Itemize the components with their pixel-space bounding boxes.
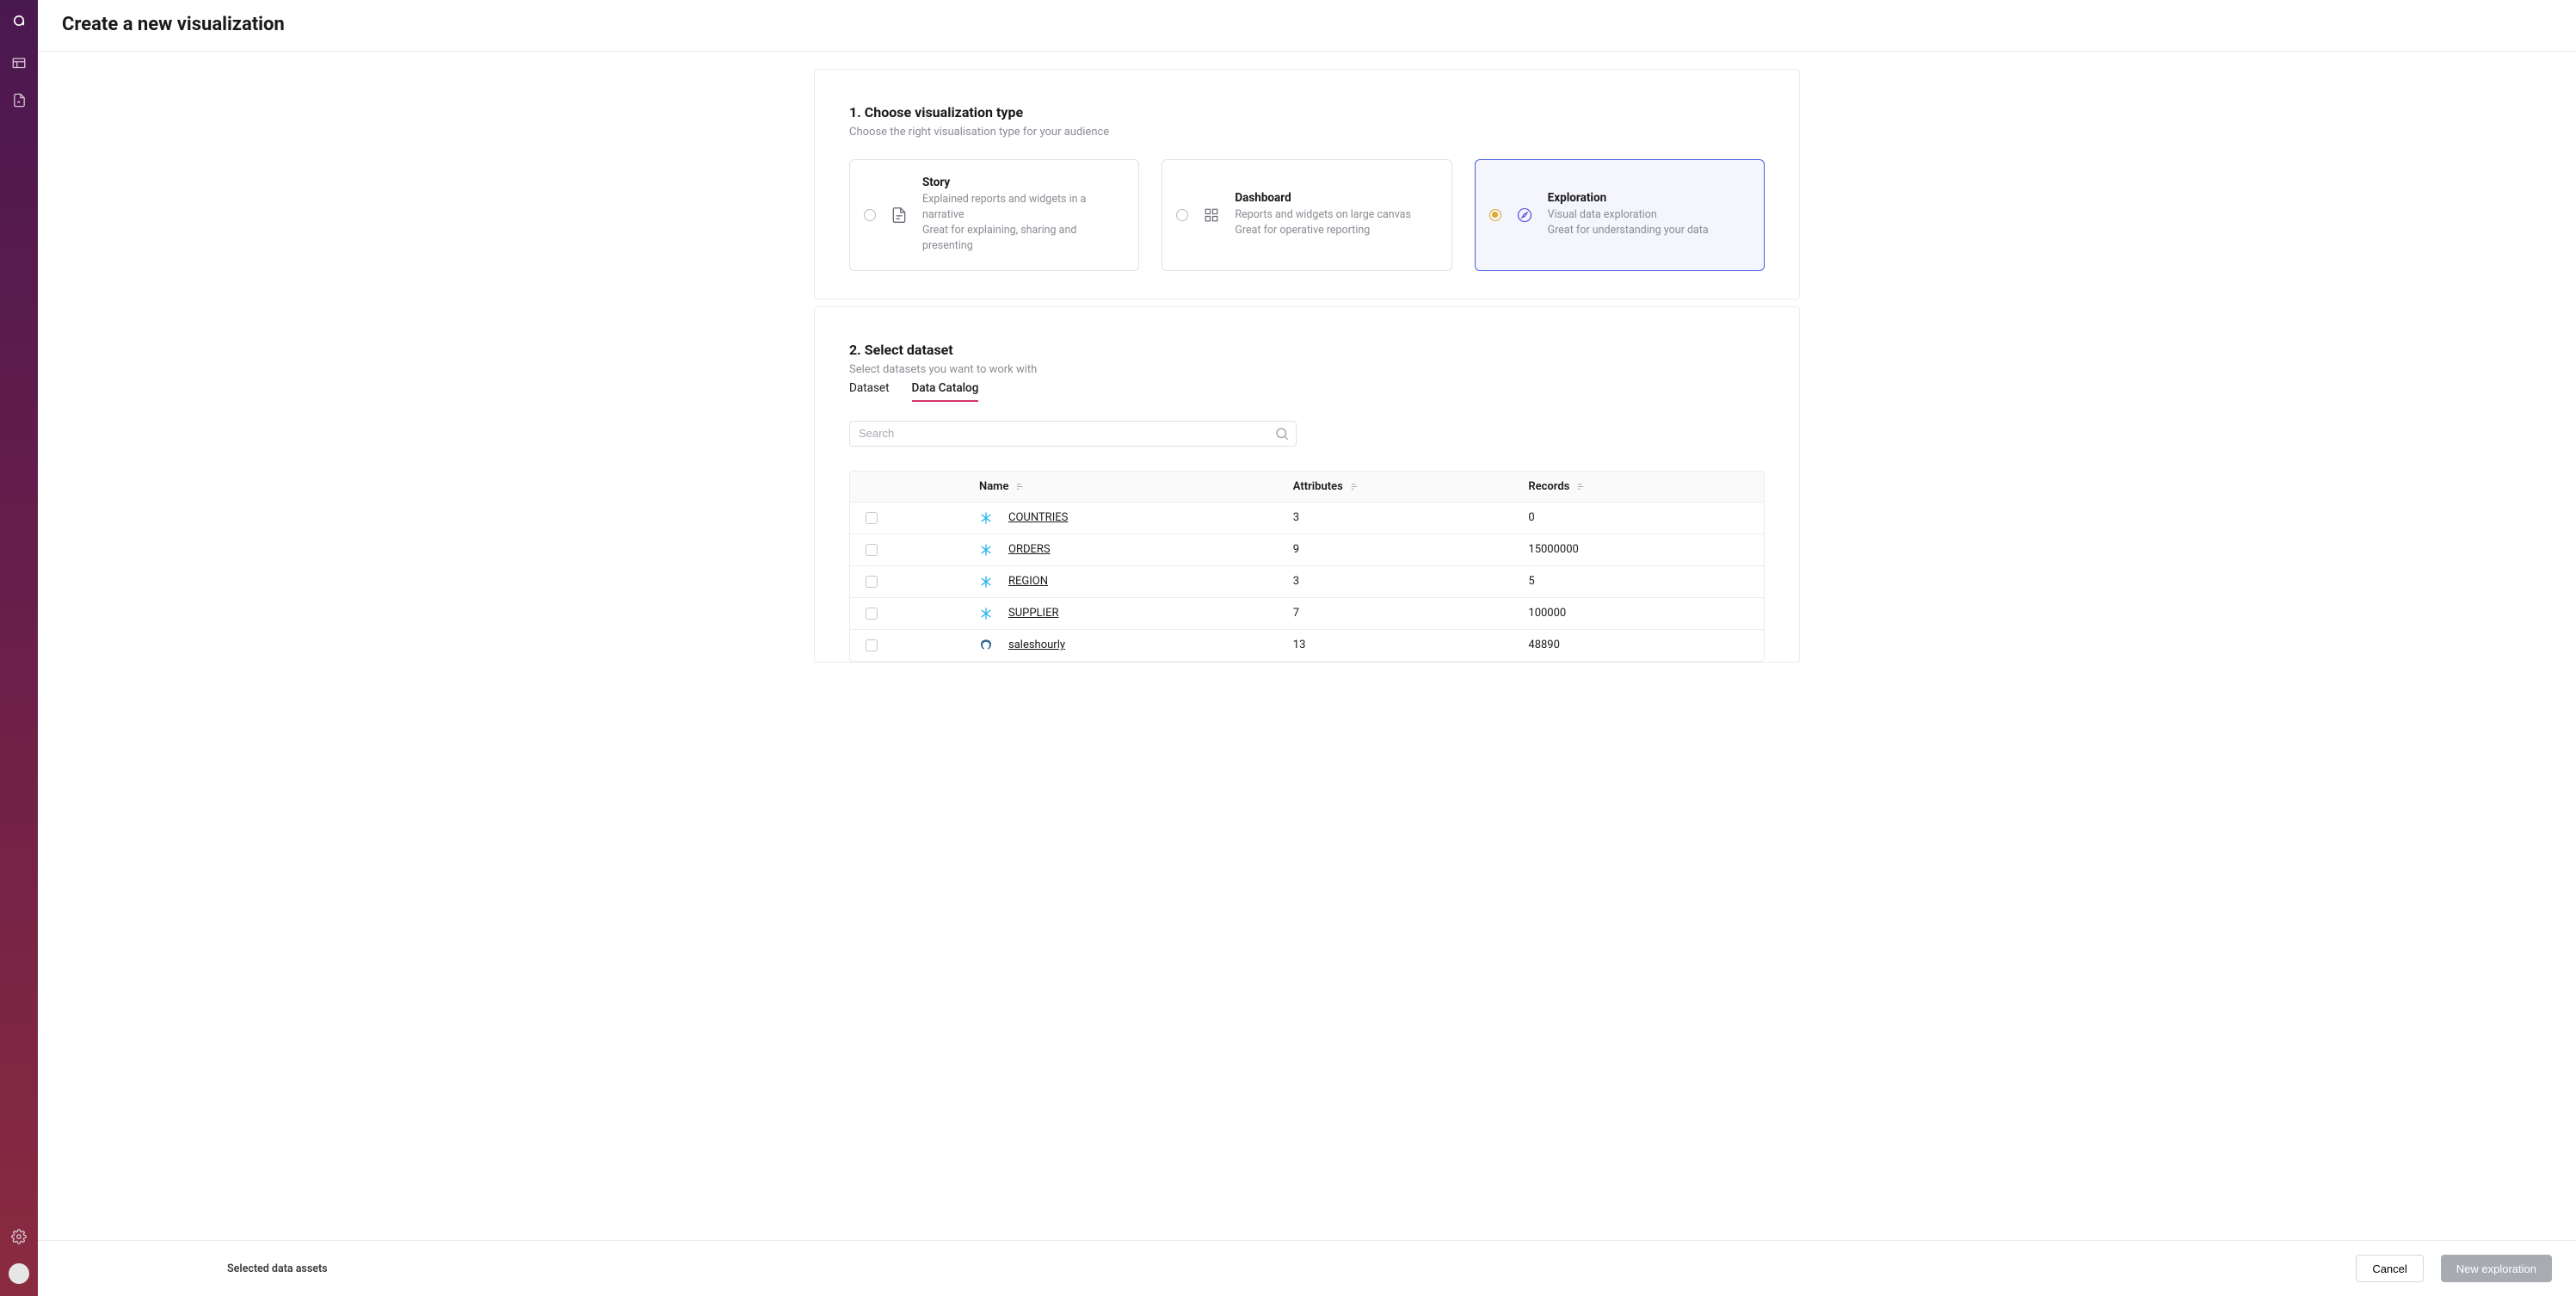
document-icon xyxy=(888,204,910,226)
dataset-link[interactable]: ORDERS xyxy=(1008,543,1051,556)
cell-records: 0 xyxy=(1528,511,1764,524)
col-attributes[interactable]: Attributes xyxy=(1293,480,1343,493)
viz-option-line1: Visual data exploration xyxy=(1548,207,1747,223)
step-2-card: 2. Select dataset Select datasets you wa… xyxy=(814,306,1800,663)
table-row[interactable]: COUNTRIES 3 0 xyxy=(850,503,1764,534)
dataset-link[interactable]: REGION xyxy=(1008,575,1048,588)
footer: Selected data assets Cancel New explorat… xyxy=(38,1240,2576,1296)
dataset-link[interactable]: COUNTRIES xyxy=(1008,511,1068,524)
snowflake-icon xyxy=(979,511,993,525)
snowflake-icon xyxy=(979,607,993,620)
row-checkbox[interactable] xyxy=(866,608,878,620)
cell-records: 15000000 xyxy=(1528,543,1764,556)
viz-option-line2: Great for operative reporting xyxy=(1235,223,1433,238)
cell-attributes: 9 xyxy=(1293,543,1529,556)
table-row[interactable]: saleshourly 13 48890 xyxy=(850,630,1764,661)
sort-icon[interactable] xyxy=(1350,482,1359,491)
page-header: Create a new visualization xyxy=(38,0,2576,52)
table-row[interactable]: REGION 3 5 xyxy=(850,566,1764,598)
tab-dataset[interactable]: Dataset xyxy=(849,381,890,402)
snowflake-icon xyxy=(979,543,993,557)
dataset-link[interactable]: SUPPLIER xyxy=(1008,607,1059,620)
viz-option-line2: Great for understanding your data xyxy=(1548,223,1747,238)
page-title: Create a new visualization xyxy=(62,14,2552,35)
viz-option-story[interactable]: Story Explained reports and widgets in a… xyxy=(849,159,1139,271)
search-input[interactable] xyxy=(849,421,1297,447)
row-checkbox[interactable] xyxy=(866,544,878,556)
cell-attributes: 7 xyxy=(1293,607,1529,620)
compass-icon xyxy=(1513,204,1536,226)
cancel-button[interactable]: Cancel xyxy=(2356,1255,2423,1282)
step-1-card: 1. Choose visualization type Choose the … xyxy=(814,69,1800,299)
step2-subtitle: Select datasets you want to work with xyxy=(849,363,1765,376)
viz-option-dashboard[interactable]: Dashboard Reports and widgets on large c… xyxy=(1162,159,1451,271)
col-name[interactable]: Name xyxy=(979,480,1008,493)
table-row[interactable]: SUPPLIER 7 100000 xyxy=(850,598,1764,630)
col-records[interactable]: Records xyxy=(1528,480,1569,493)
viz-option-title: Dashboard xyxy=(1235,191,1433,205)
snowflake-icon xyxy=(979,575,993,589)
step1-title: 1. Choose visualization type xyxy=(849,104,1765,120)
cell-attributes: 3 xyxy=(1293,511,1529,524)
settings-icon[interactable] xyxy=(11,1229,27,1248)
nav-document-icon[interactable] xyxy=(10,91,28,108)
radio-dashboard[interactable] xyxy=(1176,209,1188,221)
avatar[interactable] xyxy=(9,1263,29,1284)
dataset-table: Name Attributes Records xyxy=(849,471,1765,662)
selected-assets-label: Selected data assets xyxy=(227,1262,328,1275)
cell-attributes: 3 xyxy=(1293,575,1529,588)
postgres-icon xyxy=(979,639,993,652)
sidebar xyxy=(0,0,38,1296)
nav-reports-icon[interactable] xyxy=(10,55,28,72)
sort-icon[interactable] xyxy=(1015,482,1025,491)
viz-option-exploration[interactable]: Exploration Visual data exploration Grea… xyxy=(1475,159,1765,271)
step1-subtitle: Choose the right visualisation type for … xyxy=(849,126,1765,139)
sort-icon[interactable] xyxy=(1576,482,1586,491)
search-icon[interactable] xyxy=(1274,426,1290,441)
viz-option-line1: Explained reports and widgets in a narra… xyxy=(922,192,1121,223)
row-checkbox[interactable] xyxy=(866,639,878,651)
cell-attributes: 13 xyxy=(1293,639,1529,651)
radio-story[interactable] xyxy=(864,209,876,221)
cell-records: 5 xyxy=(1528,575,1764,588)
app-logo xyxy=(10,12,28,29)
tab-data-catalog[interactable]: Data Catalog xyxy=(912,381,979,402)
row-checkbox[interactable] xyxy=(866,512,878,524)
cell-records: 48890 xyxy=(1528,639,1764,651)
grid-icon xyxy=(1200,204,1223,226)
radio-exploration[interactable] xyxy=(1489,209,1501,221)
viz-option-title: Exploration xyxy=(1548,191,1747,205)
viz-option-line2: Great for explaining, sharing and presen… xyxy=(922,223,1121,254)
cell-records: 100000 xyxy=(1528,607,1764,620)
row-checkbox[interactable] xyxy=(866,576,878,588)
dataset-link[interactable]: saleshourly xyxy=(1008,639,1065,651)
viz-option-title: Story xyxy=(922,176,1121,189)
new-exploration-button[interactable]: New exploration xyxy=(2441,1255,2552,1282)
table-row[interactable]: ORDERS 9 15000000 xyxy=(850,534,1764,566)
step2-title: 2. Select dataset xyxy=(849,342,1765,358)
viz-option-line1: Reports and widgets on large canvas xyxy=(1235,207,1433,223)
